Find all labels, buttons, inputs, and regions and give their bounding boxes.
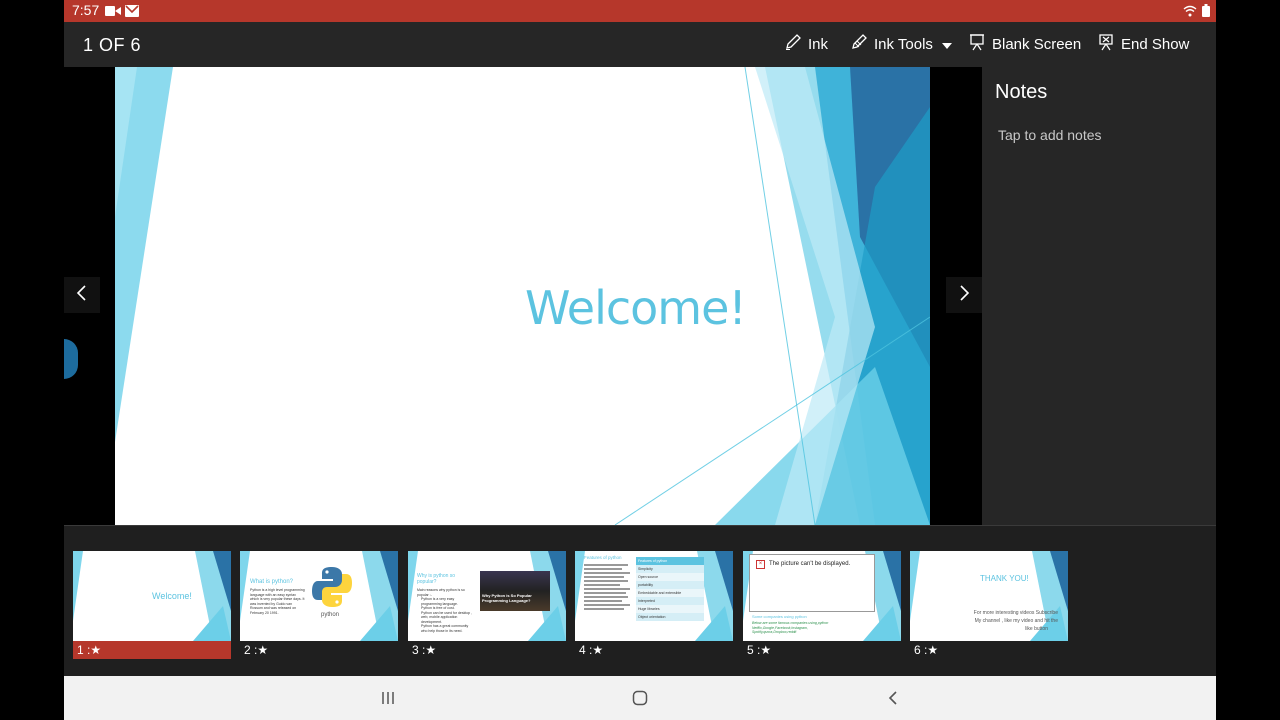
blank-screen-label: Blank Screen: [992, 35, 1082, 53]
thumbnail-line: Python has a great community who help th…: [421, 624, 469, 633]
gmail-icon: [125, 4, 139, 22]
thumbnail-number: 3 :★: [412, 643, 437, 657]
table-row: Embeddable and extensible: [636, 589, 704, 597]
blank-screen-icon: [968, 33, 992, 55]
thumbnail-body: Main reasons why python is so popular :-…: [417, 588, 475, 633]
thumbnail-image: × The picture can't be displayed. Some c…: [743, 551, 901, 641]
python-logo-text: python: [321, 612, 340, 618]
status-bar: 7:57: [64, 0, 1216, 22]
table-row: Object orientation: [636, 613, 704, 621]
thumbnail-title: Why is python so popular?: [417, 573, 456, 585]
thumbnail-label: 6 :★: [910, 641, 1068, 659]
ink-tools-button[interactable]: Ink Tools: [850, 33, 958, 55]
broken-image-icon: ×: [756, 560, 765, 569]
table-row: Interpreted: [636, 597, 704, 605]
back-icon[interactable]: [881, 686, 905, 710]
end-show-label: End Show: [1121, 35, 1190, 53]
slide-thumbnail-1[interactable]: Welcome! 1 :★: [73, 551, 231, 659]
photo-caption: Why Python is So Popular Programming Lan…: [482, 593, 532, 603]
thumbnail-line: Python is a very easy programming langua…: [421, 597, 458, 606]
python-logo-icon: [312, 567, 352, 607]
current-slide[interactable]: Welcome!: [115, 67, 930, 525]
thumbnail-number: 2 :★: [244, 643, 269, 657]
thumbnail-line: Spotify,quora,Dropbox,reddit: [752, 630, 797, 634]
notes-input[interactable]: Tap to add notes: [998, 127, 1102, 143]
slide-thumbnail-6[interactable]: THANK YOU! For more interesting videos S…: [910, 551, 1068, 659]
thumbnail-number: 5 :★: [747, 643, 772, 657]
thumbnail-title: Welcome!: [152, 591, 192, 601]
thumbnail-photo: Why Python is So Popular Programming Lan…: [480, 571, 550, 611]
chevron-down-icon: [941, 36, 958, 53]
previous-slide-button[interactable]: [64, 277, 100, 313]
thumbnail-title: Some companies using python: [752, 614, 807, 619]
slide-thumbnail-5[interactable]: × The picture can't be displayed. Some c…: [743, 551, 901, 659]
ink-label: Ink: [808, 35, 829, 53]
thumbnail-title: What is python?: [250, 579, 294, 585]
thumbnail-text-lines: [584, 562, 634, 632]
thumbnail-title: Features of python: [584, 555, 622, 560]
slide-thumbnail-4[interactable]: Features of python Features of python Si…: [575, 551, 733, 659]
notes-title: Notes: [995, 81, 1048, 103]
status-time: 7:57: [72, 2, 100, 18]
presentation-toolbar: 1 OF 6 Ink Ink Tools Blank Screen End Sh…: [64, 22, 1216, 67]
thumbnail-label: 3 :★: [408, 641, 566, 659]
blank-screen-button[interactable]: Blank Screen: [968, 33, 1081, 55]
thumbnail-label: 2 :★: [240, 641, 398, 659]
pen-icon: [784, 33, 808, 55]
slide-background-art: [115, 67, 930, 525]
thumbnail-body: For more interesting videos Subscribe My…: [938, 609, 1058, 633]
home-icon[interactable]: [628, 686, 652, 710]
slide-stage: Welcome!: [64, 67, 982, 525]
features-table: Features of python Simplicity Open sourc…: [636, 557, 704, 621]
edge-panel-handle[interactable]: [64, 339, 78, 379]
thumbnail-image: Welcome!: [73, 551, 231, 641]
ink-tools-label: Ink Tools: [874, 35, 933, 53]
thumbnail-line: Main reasons why python is so popular :-: [417, 588, 465, 597]
ink-button[interactable]: Ink: [784, 33, 828, 55]
slide-counter: 1 OF 6: [83, 35, 142, 55]
slide-thumbnail-3[interactable]: Why is python so popular? Main reasons w…: [408, 551, 566, 659]
recent-apps-icon[interactable]: [376, 686, 400, 710]
notes-panel: Notes Tap to add notes: [982, 67, 1216, 525]
thumbnail-number: 1 :★: [77, 643, 102, 657]
table-header: Features of python: [636, 557, 704, 565]
chevron-left-icon: [76, 284, 88, 306]
thumbnail-line: like button: [1025, 626, 1048, 632]
thumbnail-number: 4 :★: [579, 643, 604, 657]
table-row: Huge libraries: [636, 605, 704, 613]
next-slide-button[interactable]: [946, 277, 982, 313]
chevron-right-icon: [958, 284, 970, 306]
thumbnail-number: 6 :★: [914, 643, 939, 657]
slide-title: Welcome!: [525, 281, 747, 335]
missing-picture-box: × The picture can't be displayed.: [749, 554, 875, 612]
thumbnail-line: For more interesting videos Subscribe: [973, 610, 1058, 616]
table-row: Open source: [636, 573, 704, 581]
table-row: portability: [636, 581, 704, 589]
thumbnail-title: THANK YOU!: [980, 574, 1029, 583]
video-camera-icon: [105, 4, 121, 22]
table-row: Simplicity: [636, 565, 704, 573]
thumbnail-label: 4 :★: [575, 641, 733, 659]
powerpoint-app: 7:57 1 OF 6 Ink Ink Tools Blank Screen E…: [64, 0, 1216, 720]
thumbnail-body: Below are some famous companies using py…: [752, 621, 872, 635]
thumbnail-image: Features of python Features of python Si…: [575, 551, 733, 641]
thumbnail-label: 1 :★: [73, 641, 231, 659]
wifi-icon: [1183, 4, 1197, 22]
thumbnail-body: Python is a high level programming langu…: [250, 588, 305, 615]
end-show-button[interactable]: End Show: [1097, 33, 1189, 55]
thumbnail-label: 5 :★: [743, 641, 901, 659]
battery-icon: [1202, 4, 1210, 22]
slide-thumbnail-2[interactable]: What is python? Python is a high level p…: [240, 551, 398, 659]
ink-tools-icon: [850, 33, 874, 55]
system-navigation-bar: [64, 676, 1216, 720]
thumbnail-line: Python can be used for desktop , web, mo…: [421, 610, 473, 624]
thumbnail-image: Why is python so popular? Main reasons w…: [408, 551, 566, 641]
thumbnail-line: My channel , like my video and hit the: [974, 618, 1058, 624]
slide-thumbnail-strip: Welcome! 1 :★ What is python? Python is …: [64, 526, 1216, 676]
end-show-icon: [1097, 33, 1121, 55]
thumbnail-image: What is python? Python is a high level p…: [240, 551, 398, 641]
missing-picture-text: The picture can't be displayed.: [769, 561, 851, 567]
thumbnail-image: THANK YOU! For more interesting videos S…: [910, 551, 1068, 641]
